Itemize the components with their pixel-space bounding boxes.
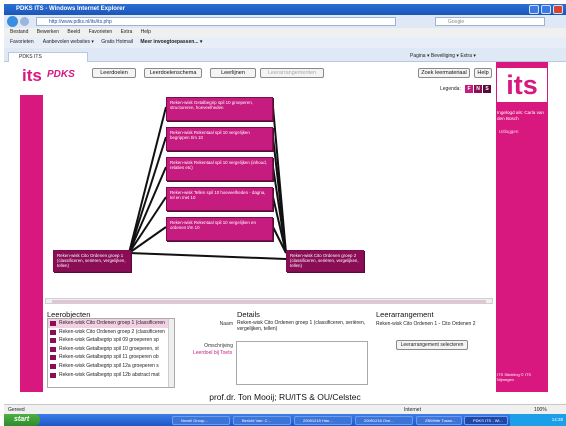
- fav-link-addons[interactable]: Meer invoegtoepassen... ▾: [140, 39, 202, 45]
- name-value: Reken-wisk Cito Ordenen groep 1 (classif…: [237, 320, 366, 332]
- close-icon[interactable]: [553, 5, 563, 14]
- list-item-label: Reken-wisk Cito Ordenen groep 1 (classif…: [59, 320, 165, 326]
- window-title: PDKS ITS - Windows Internet Explorer: [16, 6, 125, 12]
- app-title: PDKS: [47, 69, 75, 80]
- tab-bar: [4, 48, 566, 62]
- back-icon[interactable]: [7, 16, 18, 27]
- connector-line: [128, 252, 287, 260]
- color-swatch: [50, 338, 56, 344]
- nav-leerarrangementen-button[interactable]: Leerarrangementen: [260, 68, 324, 78]
- diagram-node[interactable]: Reken-wisk Tellen spil 10 hoeveelheden -…: [166, 187, 273, 211]
- maximize-icon[interactable]: [541, 5, 551, 14]
- list-item-label: Reken-wisk Getalbegrip spil 11 groeperen…: [59, 354, 159, 361]
- menu-tools[interactable]: Extra: [121, 29, 133, 35]
- fav-link-suggested[interactable]: Aanbevolen websites ▾: [43, 39, 94, 45]
- legend-item-n: N: [474, 85, 482, 93]
- list-item-label: Reken-wisk Getalbegrip spil 09 groeperen…: [59, 337, 159, 344]
- details-title: Details: [237, 310, 260, 319]
- list-item-label: Reken-wisk Getalbegrip spil 12b abstract…: [59, 371, 160, 378]
- taskbar-item-active[interactable]: PDKS ITS - Wi...: [464, 416, 508, 425]
- legend-label: Legenda:: [440, 86, 461, 92]
- taskbar-item[interactable]: 20091216 Ove...: [355, 416, 413, 425]
- start-button[interactable]: start: [4, 414, 40, 426]
- description-label: Omschrijving: [204, 343, 233, 349]
- color-swatch: [50, 372, 56, 378]
- connector-line: [128, 136, 167, 254]
- taskbar-item[interactable]: ZBWhite Tussn...: [416, 416, 462, 425]
- select-arrangement-button[interactable]: Leerarrangement selecteren: [396, 340, 468, 350]
- arrangement-value: Reken-wisk Cito Ordenen 1 - Cito Ordenen…: [376, 321, 476, 327]
- diagram-node[interactable]: Reken-wisk Rekentaal spil 10 vergelijken…: [166, 157, 273, 181]
- menu-view[interactable]: Beeld: [67, 29, 80, 35]
- menu-help[interactable]: Help: [141, 29, 151, 35]
- search-input[interactable]: Google: [435, 17, 545, 26]
- list-item-label: Reken-wisk Getalbegrip spil 10 groeperen…: [59, 345, 159, 352]
- nav-leerdoelen-button[interactable]: Leerdoelen: [92, 68, 136, 78]
- menu-bar: Bestand Bewerken Beeld Favorieten Extra …: [4, 28, 566, 37]
- objectives-scrollbar[interactable]: [168, 319, 174, 387]
- color-swatch: [50, 355, 56, 361]
- list-item[interactable]: Reken-wisk Getalbegrip spil 09 groeperen…: [48, 336, 174, 345]
- diagram-source-node[interactable]: Reken-wisk Cito Ordenen groep 1 (classif…: [53, 250, 131, 272]
- url-input[interactable]: http://www.pdks.nl/its/its.php: [36, 17, 396, 26]
- sidebar-footer: ITS Stichting © ITS Nijmegen: [497, 372, 532, 382]
- list-item[interactable]: Reken-wisk Cito Ordenen groep 1 (classif…: [48, 319, 174, 328]
- name-label: Naam: [219, 321, 233, 327]
- favorites-button[interactable]: Favorieten: [10, 39, 34, 45]
- login-info: Ingelogd als: Carla van den Bosch: [497, 110, 544, 121]
- menu-edit[interactable]: Bewerken: [37, 29, 59, 35]
- left-brand-strip: [20, 95, 43, 392]
- menu-file[interactable]: Bestand: [10, 29, 28, 35]
- list-item[interactable]: Reken-wisk Getalbegrip spil 10 groeperen…: [48, 345, 174, 354]
- list-item-label: Reken-wisk Cito Ordenen groep 2 (classif…: [59, 328, 165, 335]
- objectives-list: Reken-wisk Cito Ordenen groep 1 (classif…: [47, 318, 175, 388]
- help-button[interactable]: Help: [474, 68, 492, 78]
- learning-path-diagram: Reken-wisk Getalbegrip spil 10 groeperen…: [45, 95, 493, 298]
- legend-item-s: S: [483, 85, 491, 93]
- tab-pdks-its[interactable]: PDKS ITS: [8, 52, 88, 62]
- list-item[interactable]: Reken-wisk Cito Ordenen groep 2 (classif…: [48, 328, 174, 337]
- taskbar-item[interactable]: Bericht Van: C...: [233, 416, 291, 425]
- connector-line: [128, 196, 167, 254]
- diagram-target-node[interactable]: Reken-wisk Cito Ordenen groep 2 (classif…: [286, 250, 364, 272]
- slide-caption: prof.dr. Ton Mooij; RU/ITS & OU/Celstec: [209, 392, 361, 402]
- color-swatch: [50, 346, 56, 352]
- color-swatch: [50, 363, 56, 369]
- fav-link-hotmail[interactable]: Gratis Hotmail: [101, 39, 133, 45]
- logout-link[interactable]: Uitloggen: [499, 129, 518, 134]
- diagram-scrollbar[interactable]: [45, 298, 493, 304]
- its-logo-large: its: [497, 68, 547, 102]
- minimize-icon[interactable]: [529, 5, 539, 14]
- command-bar[interactable]: Pagina ▾ Beveiliging ▾ Extra ▾: [410, 52, 476, 60]
- color-swatch: [50, 329, 56, 335]
- scrollbar-thumb[interactable]: [52, 300, 486, 303]
- legend-item-f: F: [465, 85, 473, 93]
- status-bar: Gereed Internet 100%: [4, 404, 566, 414]
- list-item-label: Reken-wisk Getalbegrip spil 12a groepere…: [59, 362, 159, 369]
- taskbar-item[interactable]: 20091215 Han...: [294, 416, 352, 425]
- search-material-button[interactable]: Zoek leermateriaal: [418, 68, 470, 78]
- list-item[interactable]: Reken-wisk Getalbegrip spil 11 groeperen…: [48, 353, 174, 362]
- nav-leerlijnen-button[interactable]: Leerlijnen: [210, 68, 256, 78]
- description-link[interactable]: Leerdoel bij Toets: [193, 350, 232, 356]
- forward-icon[interactable]: [20, 17, 29, 26]
- its-logo: its: [22, 66, 42, 85]
- browser-title-bar: PDKS ITS - Windows Internet Explorer: [4, 4, 566, 15]
- list-item[interactable]: Reken-wisk Getalbegrip spil 12a groepere…: [48, 362, 174, 371]
- menu-favorites[interactable]: Favorieten: [89, 29, 113, 35]
- system-tray-clock: 14:38: [510, 414, 566, 426]
- diagram-node[interactable]: Reken-wisk Rekentaal spil 10 vergelijken…: [166, 217, 273, 241]
- list-item[interactable]: Reken-wisk Getalbegrip spil 12b abstract…: [48, 371, 174, 380]
- nav-leerdoelenschema-button[interactable]: Leerdoelenschema: [144, 68, 202, 78]
- arrangement-title: Leerarrangement: [376, 310, 434, 319]
- description-field[interactable]: [236, 341, 368, 385]
- favorites-bar: Favorieten Aanbevolen websites ▾ Gratis …: [4, 37, 566, 48]
- diagram-node[interactable]: Reken-wisk Rekentaal spil 10 vergelijken…: [166, 127, 273, 151]
- diagram-node[interactable]: Reken-wisk Getalbegrip spil 10 groeperen…: [166, 97, 273, 121]
- taskbar-item[interactable]: Novell Group...: [172, 416, 230, 425]
- color-swatch: [50, 321, 56, 326]
